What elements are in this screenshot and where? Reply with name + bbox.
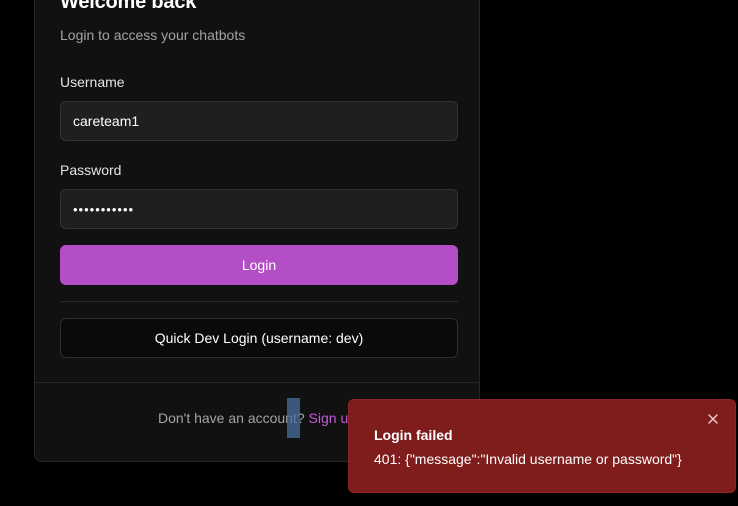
card-title: Welcome back <box>60 0 197 13</box>
divider <box>60 301 458 302</box>
card-subtitle: Login to access your chatbots <box>60 27 246 43</box>
username-value: careteam1 <box>73 113 140 129</box>
login-page: Welcome back Login to access your chatbo… <box>0 0 738 506</box>
login-button[interactable]: Login <box>60 245 458 285</box>
login-card: Welcome back Login to access your chatbo… <box>34 0 480 462</box>
toast-title: Login failed <box>374 427 453 443</box>
password-label: Password <box>60 162 122 178</box>
password-value: ••••••••••• <box>73 201 135 217</box>
password-input[interactable]: ••••••••••• <box>60 189 458 229</box>
error-toast: Login failed 401: {"message":"Invalid us… <box>348 399 736 493</box>
signup-prompt-text: Don't have an account? <box>157 410 309 426</box>
username-input[interactable]: careteam1 <box>60 101 458 141</box>
username-label: Username <box>60 74 125 90</box>
toast-message: 401: {"message":"Invalid username or pas… <box>374 451 682 467</box>
quick-dev-login-button[interactable]: Quick Dev Login (username: dev) <box>60 318 458 358</box>
footer-divider <box>35 382 479 383</box>
text-selection-cursor <box>287 398 300 438</box>
close-icon[interactable] <box>705 412 721 428</box>
